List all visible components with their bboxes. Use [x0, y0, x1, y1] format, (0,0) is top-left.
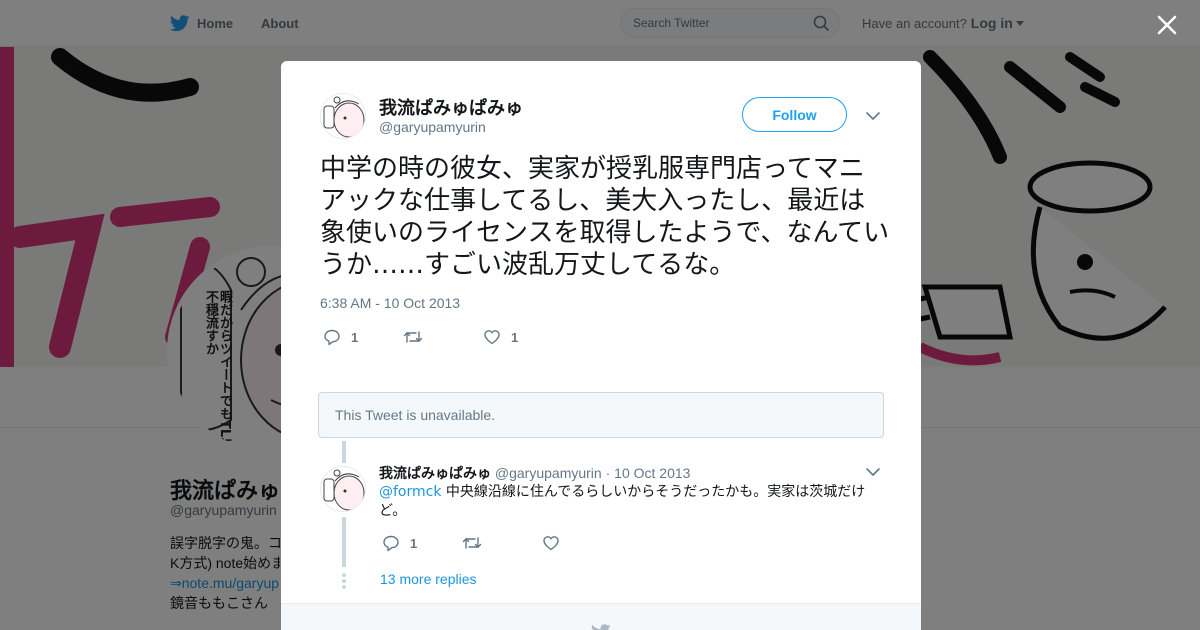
reply-icon [324, 329, 340, 346]
reply-author-avatar[interactable] [320, 466, 366, 512]
retweet-action[interactable] [403, 328, 483, 346]
tweet-author-handle[interactable]: @garyupamyurin [379, 119, 486, 135]
thread-connector-line [342, 517, 346, 567]
like-action[interactable]: 1 [483, 328, 518, 346]
avatar-illustration [321, 94, 365, 138]
more-replies-link[interactable]: 13 more replies [380, 571, 477, 587]
chevron-down-icon[interactable] [865, 108, 881, 124]
thread-dots-icon [342, 573, 346, 589]
heart-icon [543, 536, 559, 551]
chevron-down-icon[interactable] [865, 464, 881, 480]
reply-header: 我流ぱみゅぱみゅ @garyupamyurin · 10 Oct 2013 [379, 463, 690, 483]
modal-footer [281, 603, 921, 630]
tweet-timestamp[interactable]: 6:38 AM - 10 Oct 2013 [320, 295, 460, 311]
heart-icon [484, 330, 500, 345]
tweet-modal: 我流ぱみゅぱみゅ @garyupamyurin Follow 中学の時の彼女、実… [281, 61, 921, 630]
reply-separator: · [605, 465, 611, 481]
reply-count: 1 [351, 329, 359, 345]
tweet-actions: 1 1 [323, 327, 518, 347]
reply-count: 1 [410, 535, 418, 551]
reply-action[interactable]: 1 [382, 534, 462, 552]
retweet-action[interactable] [462, 534, 542, 552]
retweet-icon [462, 537, 482, 549]
reply-date[interactable]: 10 Oct 2013 [614, 465, 690, 481]
close-icon[interactable] [1155, 13, 1179, 37]
avatar-illustration [321, 467, 365, 511]
reply-mention-link[interactable]: @formck [379, 484, 441, 500]
reply-body: 中央線沿線に住んでるらしいからそうだったかも。実家は茨城だけど。 [379, 484, 866, 519]
tweet-text: 中学の時の彼女、実家が授乳服専門店ってマニアックな仕事してるし、美大入ったし、最… [320, 154, 890, 280]
reply-icon [383, 535, 399, 552]
twitter-bird-icon [591, 624, 611, 630]
tweet-author-avatar[interactable] [320, 93, 366, 139]
reply-author-name[interactable]: 我流ぱみゅぱみゅ [379, 466, 491, 482]
reply-author-handle[interactable]: @garyupamyurin [495, 465, 602, 481]
reply-action[interactable]: 1 [323, 328, 403, 346]
retweet-icon [403, 331, 423, 343]
reply-text: @formck 中央線沿線に住んでるらしいからそうだったかも。実家は茨城だけど。 [379, 483, 869, 521]
like-action[interactable] [542, 534, 560, 552]
reply-actions: 1 [382, 534, 560, 552]
like-count: 1 [511, 329, 519, 345]
thread-connector-line [342, 441, 346, 463]
unavailable-tweet-notice: This Tweet is unavailable. [318, 392, 884, 438]
tweet-author-name[interactable]: 我流ぱみゅぱみゅ [379, 94, 523, 120]
follow-button[interactable]: Follow [742, 97, 847, 132]
